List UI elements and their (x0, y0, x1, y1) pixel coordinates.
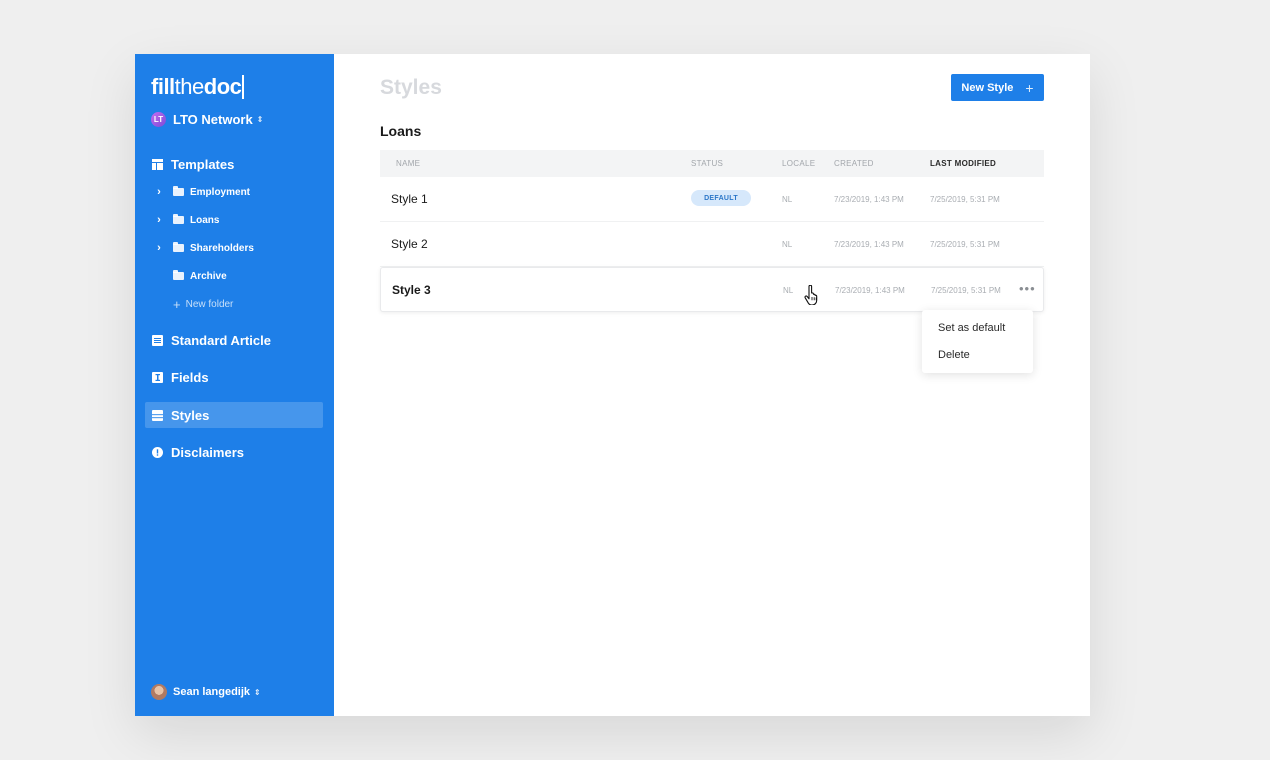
logo-part-doc: doc (203, 74, 242, 99)
chevron-right-icon[interactable]: › (153, 214, 165, 226)
folder-label: Employment (190, 186, 251, 198)
row-locale: NL (783, 286, 794, 295)
row-modified: 7/25/2019, 5:31 PM (930, 240, 1000, 249)
table-row[interactable]: Style 2 NL 7/23/2019, 1:43 PM 7/25/2019,… (380, 222, 1044, 267)
row-created: 7/23/2019, 1:43 PM (835, 286, 905, 295)
row-created: 7/23/2019, 1:43 PM (834, 240, 904, 249)
plus-icon: + (173, 296, 181, 312)
status-badge: DEFAULT (691, 190, 751, 206)
column-header-name[interactable]: NAME (396, 159, 420, 168)
sidebar-item-label: Standard Article (171, 332, 271, 348)
main-content: Styles New Style + Loans NAME STATUS LOC… (334, 54, 1090, 716)
table-header: NAME STATUS LOCALE CREATED LAST MODIFIED (380, 150, 1044, 177)
folder-icon (173, 186, 184, 196)
row-name: Style 2 (391, 237, 428, 251)
sidebar-item-label: Disclaimers (171, 444, 244, 460)
table-row[interactable]: Style 1 DEFAULT NL 7/23/2019, 1:43 PM 7/… (380, 177, 1044, 222)
app-logo[interactable]: fill the doc (151, 74, 245, 100)
document-icon (152, 334, 163, 346)
alert-circle-icon (152, 446, 163, 458)
org-name: LTO Network (173, 112, 253, 127)
layout-icon (152, 158, 163, 170)
plus-icon: + (1025, 79, 1034, 96)
row-modified: 7/25/2019, 5:31 PM (930, 195, 1000, 204)
chevron-right-icon[interactable]: › (153, 186, 165, 198)
row-name: Style 3 (392, 283, 431, 297)
column-header-created[interactable]: CREATED (834, 159, 874, 168)
folder-label: Shareholders (190, 242, 254, 254)
user-menu[interactable]: Sean langedijk ⇕ (151, 684, 261, 700)
table-row[interactable]: Style 3 NL 7/23/2019, 1:43 PM 7/25/2019,… (380, 267, 1044, 312)
chevron-right-icon[interactable]: › (153, 242, 165, 254)
column-header-last-modified[interactable]: LAST MODIFIED (930, 159, 996, 168)
folder-icon (173, 270, 184, 280)
folder-item-shareholders[interactable]: › Shareholders (153, 238, 254, 258)
sidebar-item-label: Fields (171, 369, 209, 385)
sidebar-item-disclaimers[interactable]: Disclaimers (145, 439, 323, 465)
row-created: 7/23/2019, 1:43 PM (834, 195, 904, 204)
row-locale: NL (782, 195, 793, 204)
set-as-default-menu-item[interactable]: Set as default (938, 322, 1005, 334)
org-switcher[interactable]: LT LTO Network ⇕ (151, 112, 263, 127)
page-title: Styles (380, 76, 442, 99)
column-header-locale[interactable]: LOCALE (782, 159, 815, 168)
row-name: Style 1 (391, 192, 428, 206)
section-title: Loans (380, 123, 422, 139)
avatar (151, 684, 167, 700)
text-caret (242, 75, 245, 99)
row-modified: 7/25/2019, 5:31 PM (931, 286, 1001, 295)
row-context-menu: Set as default Delete (922, 310, 1033, 373)
styles-table: NAME STATUS LOCALE CREATED LAST MODIFIED… (380, 150, 1044, 312)
row-locale: NL (782, 240, 793, 249)
folder-label: Archive (190, 270, 227, 282)
folder-item-loans[interactable]: › Loans (153, 210, 219, 230)
app-window: fill the doc LT LTO Network ⇕ Templates › … (135, 54, 1090, 716)
sidebar-item-label: Styles (171, 407, 210, 423)
sort-updown-icon: ⇕ (254, 687, 261, 697)
sidebar-item-fields[interactable]: Fields (145, 364, 323, 390)
sidebar: fill the doc LT LTO Network ⇕ Templates › … (135, 54, 334, 716)
folder-item-employment[interactable]: › Employment (153, 182, 250, 202)
hand-pointer-cursor-icon (804, 285, 818, 305)
logo-part-fill: fill (151, 74, 175, 99)
styles-icon (152, 409, 163, 421)
sidebar-item-templates[interactable]: Templates (145, 151, 323, 177)
sort-updown-icon: ⇕ (256, 115, 264, 124)
more-options-icon[interactable]: ••• (1019, 281, 1036, 296)
column-header-status[interactable]: STATUS (691, 159, 723, 168)
new-folder-button[interactable]: + New folder (153, 294, 233, 314)
delete-menu-item[interactable]: Delete (938, 349, 970, 361)
org-logo-icon: LT (151, 112, 166, 127)
new-folder-label: New folder (185, 298, 234, 310)
folder-icon (173, 242, 184, 252)
new-style-label: New Style (961, 81, 1014, 94)
sidebar-item-label: Templates (171, 156, 235, 172)
folder-item-archive[interactable]: Archive (153, 266, 227, 286)
sidebar-item-standard-article[interactable]: Standard Article (145, 327, 323, 353)
user-name: Sean langedijk (173, 686, 251, 698)
text-field-icon (152, 371, 163, 383)
logo-part-the: the (174, 74, 205, 99)
folder-icon (173, 214, 184, 224)
sidebar-item-styles[interactable]: Styles (145, 402, 323, 428)
folder-label: Loans (190, 214, 220, 226)
new-style-button[interactable]: New Style + (951, 74, 1044, 101)
